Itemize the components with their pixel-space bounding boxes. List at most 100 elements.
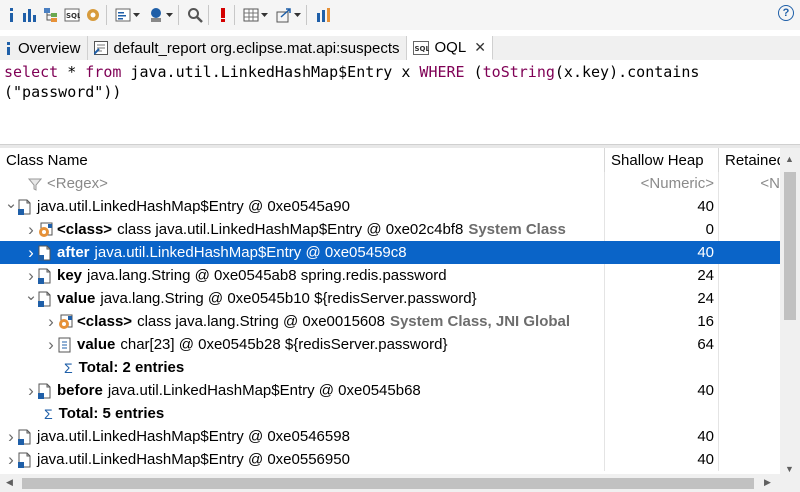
table-row[interactable]: › key java.lang.String @ 0xe0545ab8 spring… — [0, 264, 780, 287]
close-icon[interactable]: ✕ — [474, 39, 486, 56]
field-name: before — [57, 382, 103, 399]
retained-heap-cell — [719, 448, 780, 471]
tab-oql[interactable]: SQL OQL ✕ — [406, 36, 493, 60]
expand-twisty-icon[interactable]: › — [4, 427, 18, 447]
table-row[interactable]: › before java.util.LinkedHashMap$Entry @ 0… — [0, 379, 780, 402]
vertical-scrollbar[interactable]: ▲ ▼ — [780, 148, 800, 476]
shallow-heap-cell: 24 — [605, 264, 719, 287]
object-icon — [18, 198, 34, 216]
shallow-heap-cell — [605, 402, 719, 425]
field-name: Total: 5 entries — [58, 405, 165, 422]
object-label: class java.util.LinkedHashMap$Entry @ 0x… — [117, 221, 464, 238]
query-keyword: WHERE — [419, 63, 465, 81]
table-row[interactable]: ⌄ value java.lang.String @ 0xe0545b10 ${re… — [0, 287, 780, 310]
leak-suspects-icon[interactable] — [216, 4, 230, 26]
retained-heap-cell — [719, 218, 780, 241]
main-toolbar: SQL ? — [0, 0, 800, 30]
search-icon[interactable] — [186, 4, 204, 26]
object-icon — [18, 451, 34, 469]
collapse-twisty-icon[interactable]: ⌄ — [4, 195, 18, 212]
dominator-tree-icon[interactable] — [42, 4, 60, 26]
table-row[interactable]: ⌄ java.util.LinkedHashMap$Entry @ 0xe0545… — [0, 195, 780, 218]
query-text: * — [58, 63, 86, 81]
field-name: <class> — [77, 313, 133, 330]
calculate-icon[interactable] — [242, 4, 260, 26]
table-row[interactable]: › java.util.LinkedHashMap$Entry @ 0xe0546… — [0, 425, 780, 448]
shallow-heap-cell: 40 — [605, 241, 719, 264]
horizontal-scrollbar[interactable]: ◀ ▶ — [0, 474, 780, 492]
table-row[interactable]: Σ Total: 5 entries — [0, 402, 780, 425]
report-icon — [93, 41, 108, 55]
class-name-cell: › java.util.LinkedHashMap$Entry @ 0xe0546… — [0, 425, 605, 448]
gear-icon[interactable] — [84, 4, 102, 26]
table-row[interactable]: › value char[23] @ 0xe0545b28 ${redisServe… — [0, 333, 780, 356]
retained-heap-cell — [719, 379, 780, 402]
scrollbar-thumb[interactable] — [784, 172, 796, 320]
debug-icon[interactable] — [314, 4, 332, 26]
expand-twisty-icon[interactable]: › — [4, 450, 18, 470]
help-icon[interactable]: ? — [778, 5, 794, 21]
retained-heap-cell — [719, 241, 780, 264]
scroll-down-icon[interactable]: ▼ — [785, 464, 794, 474]
scroll-up-icon[interactable]: ▲ — [785, 154, 794, 164]
tab-label: OQL — [434, 39, 467, 56]
scroll-right-icon[interactable]: ▶ — [764, 477, 771, 488]
numeric-filter-input[interactable]: <N — [719, 172, 780, 195]
tab-default-report[interactable]: default_report org.eclipse.mat.api:suspe… — [88, 36, 407, 60]
shallow-heap-cell: 40 — [605, 195, 719, 218]
oql-query-editor[interactable]: select * from java.util.LinkedHashMap$En… — [0, 60, 800, 144]
table-row[interactable]: › after java.util.LinkedHashMap$Entry @ 0x… — [0, 241, 780, 264]
table-row[interactable]: › <class> class java.lang.String @ 0xe0015… — [0, 310, 780, 333]
expand-twisty-icon[interactable]: › — [24, 266, 38, 286]
query-keyword: select — [4, 63, 59, 81]
query-browser-icon[interactable] — [114, 4, 132, 26]
info-icon[interactable] — [6, 4, 18, 26]
svg-text:SQL: SQL — [414, 45, 429, 53]
expand-twisty-icon[interactable]: › — [24, 220, 38, 240]
regex-filter-input[interactable]: <Regex> — [47, 175, 108, 192]
table-row[interactable]: Σ Total: 2 entries — [0, 356, 780, 379]
find-object-icon[interactable] — [147, 4, 165, 26]
class-icon — [38, 221, 54, 239]
class-name-cell: › value char[23] @ 0xe0545b28 ${redisServe… — [0, 333, 605, 356]
tab-overview[interactable]: Overview — [0, 36, 88, 60]
class-name-cell: ⌄ value java.lang.String @ 0xe0545b10 ${re… — [0, 287, 605, 310]
regex-filter-cell[interactable]: <Regex> — [0, 172, 605, 195]
oql-icon[interactable]: SQL — [63, 4, 81, 26]
object-label: java.util.LinkedHashMap$Entry @ 0xe0545a… — [37, 198, 350, 215]
object-label: java.util.LinkedHashMap$Entry @ 0xe0545b… — [107, 382, 421, 399]
expand-twisty-icon[interactable]: › — [44, 312, 58, 332]
scrollbar-thumb[interactable] — [22, 478, 754, 489]
retained-heap-cell — [719, 356, 780, 379]
shallow-heap-cell: 16 — [605, 310, 719, 333]
histogram-icon[interactable] — [21, 4, 39, 26]
export-icon[interactable] — [275, 4, 293, 26]
retained-heap-cell — [719, 287, 780, 310]
table-row[interactable]: › <class> class java.util.LinkedHashMap$En… — [0, 218, 780, 241]
toolbar-separator — [234, 5, 235, 25]
expand-twisty-icon[interactable]: › — [24, 381, 38, 401]
scrollbar-corner — [780, 474, 800, 492]
chevron-down-icon[interactable] — [132, 4, 141, 26]
table-row[interactable]: › java.util.LinkedHashMap$Entry @ 0xe0556… — [0, 448, 780, 471]
chevron-down-icon[interactable] — [260, 4, 269, 26]
object-label: java.util.LinkedHashMap$Entry @ 0xe05569… — [37, 451, 350, 468]
column-header-retained-heap[interactable]: Retained — [719, 148, 780, 172]
chevron-down-icon[interactable] — [165, 4, 174, 26]
shallow-heap-cell: 40 — [605, 425, 719, 448]
column-header-class-name[interactable]: Class Name — [0, 148, 605, 172]
chevron-down-icon[interactable] — [293, 4, 302, 26]
field-name: value — [57, 290, 96, 307]
collapse-twisty-icon[interactable]: ⌄ — [24, 287, 38, 304]
class-name-cell: › key java.lang.String @ 0xe0545ab8 spring… — [0, 264, 605, 287]
field-name: value — [77, 336, 116, 353]
shallow-heap-cell: 24 — [605, 287, 719, 310]
expand-twisty-icon[interactable]: › — [44, 335, 58, 355]
expand-twisty-icon[interactable]: › — [24, 243, 38, 263]
column-header-shallow-heap[interactable]: Shallow Heap — [605, 148, 719, 172]
object-icon — [38, 382, 54, 400]
scroll-left-icon[interactable]: ◀ — [6, 477, 13, 488]
numeric-filter-input[interactable]: <Numeric> — [605, 172, 719, 195]
class-name-cell: › before java.util.LinkedHashMap$Entry @ 0… — [0, 379, 605, 402]
array-icon — [58, 336, 74, 354]
